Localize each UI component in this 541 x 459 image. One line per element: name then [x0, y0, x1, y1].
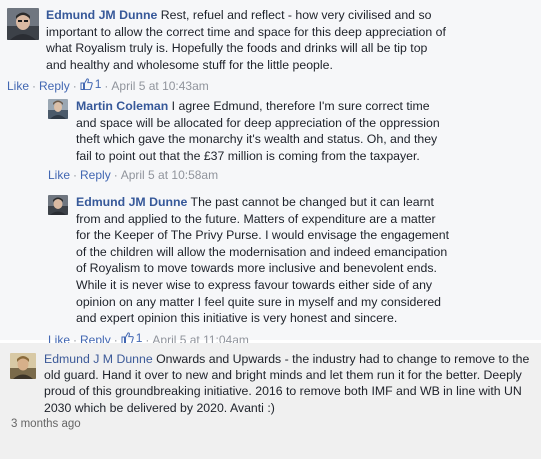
- comment-author[interactable]: Edmund JM Dunne: [76, 195, 187, 209]
- timestamp[interactable]: April 5 at 10:43am: [111, 79, 208, 93]
- like-count[interactable]: 1: [80, 76, 101, 92]
- comment-author[interactable]: Edmund J M Dunne: [44, 352, 153, 366]
- like-button[interactable]: Like: [48, 168, 70, 182]
- comment: Edmund JM Dunne Rest, refuel and reflect…: [7, 7, 537, 94]
- avatar[interactable]: [10, 353, 36, 379]
- comment-thread: Edmund JM Dunne Rest, refuel and reflect…: [0, 0, 541, 347]
- reply-comment: Martin Coleman I agree Edmund, therefore…: [48, 98, 537, 183]
- comment-text: The past cannot be changed but it can le…: [76, 195, 450, 326]
- reply-comment: Edmund JM Dunne The past cannot be chang…: [48, 194, 537, 348]
- comment-actions: Like · Reply · 1 · April 5 at 10:43am: [7, 76, 209, 94]
- avatar[interactable]: [48, 195, 68, 215]
- comment-actions: Like · Reply · April 5 at 10:58am: [48, 168, 219, 183]
- reply-button[interactable]: Reply: [39, 79, 70, 93]
- comment-author[interactable]: Edmund JM Dunne: [46, 8, 157, 22]
- comment: Edmund J M Dunne Onwards and Upwards - t…: [10, 351, 535, 431]
- like-button[interactable]: Like: [7, 79, 29, 93]
- timestamp: 3 months ago: [11, 417, 81, 430]
- thumbs-up-icon: [80, 78, 93, 91]
- thumbs-up-icon: [121, 332, 134, 344]
- avatar[interactable]: [48, 99, 68, 119]
- timestamp[interactable]: April 5 at 10:58am: [121, 168, 218, 182]
- avatar[interactable]: [7, 8, 39, 40]
- reply-button[interactable]: Reply: [80, 168, 111, 182]
- standalone-comment-panel: Edmund J M Dunne Onwards and Upwards - t…: [0, 343, 541, 459]
- comment-author[interactable]: Martin Coleman: [76, 99, 168, 113]
